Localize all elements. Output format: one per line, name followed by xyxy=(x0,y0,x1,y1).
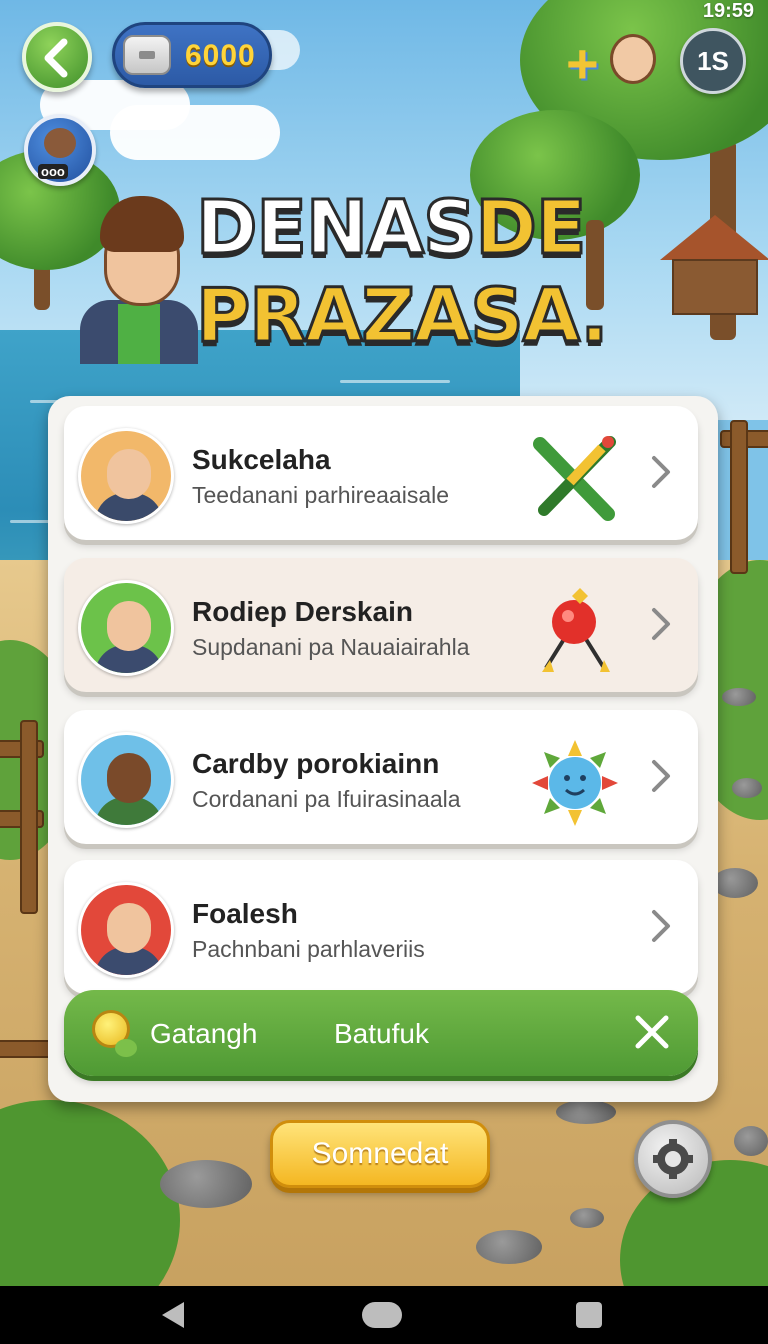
item-description: Pachnbani parhlaveriis xyxy=(192,936,425,962)
rock xyxy=(734,1126,768,1156)
wave xyxy=(340,380,450,383)
reward-label: Gatangh xyxy=(150,1018,258,1049)
item-description: Cordanani pa Ifuirasinaala xyxy=(192,786,461,812)
player-avatar[interactable]: ooo xyxy=(24,114,96,186)
list-item[interactable]: Sukcelaha Teedanani parhireaaisale xyxy=(64,406,698,540)
chevron-right-icon xyxy=(652,760,670,792)
fence-rail xyxy=(0,1040,54,1058)
item-name: Sukcelaha xyxy=(192,444,331,475)
wallet-icon xyxy=(123,35,171,75)
coin-amount: 6000 xyxy=(185,39,256,72)
girl-avatar-icon xyxy=(610,34,656,84)
list-item[interactable]: Rodiep Derskain Supdanani pa Nauaiairahl… xyxy=(64,558,698,692)
gear-icon xyxy=(653,1139,693,1179)
chevron-right-icon xyxy=(652,608,670,640)
rock xyxy=(712,868,758,898)
rock xyxy=(160,1160,252,1208)
chevron-left-icon xyxy=(44,38,68,78)
avatar-stats: ooo xyxy=(38,164,68,179)
title-line1-gold: DE xyxy=(474,184,588,273)
character-avatar xyxy=(78,882,174,978)
coin-balance[interactable]: 6000 xyxy=(112,22,272,88)
confirm-button[interactable]: Somnedat xyxy=(270,1120,490,1188)
red-bomb-icon xyxy=(542,588,610,672)
chevron-right-icon xyxy=(652,456,670,488)
system-nav-bar xyxy=(0,1286,768,1344)
settings-button[interactable] xyxy=(634,1120,712,1198)
reward-bar[interactable]: Gatangh Batufuk xyxy=(64,990,698,1076)
rock xyxy=(476,1230,542,1264)
item-name: Rodiep Derskain xyxy=(192,596,413,627)
level-badge[interactable]: 1S xyxy=(680,28,746,94)
wooden-hut xyxy=(660,215,768,315)
fence-post xyxy=(20,720,38,914)
selection-panel: Sukcelaha Teedanani parhireaaisale Rodie… xyxy=(48,396,718,1102)
game-title: DENASDE PRAZASA. xyxy=(194,184,609,361)
reward-action-label[interactable]: Batufuk xyxy=(334,1018,429,1050)
nav-back-icon[interactable] xyxy=(162,1302,184,1328)
blue-sun-icon xyxy=(532,740,618,826)
item-name: Cardby porokiainn xyxy=(192,748,440,779)
character-avatar xyxy=(78,732,174,828)
item-description: Teedanani parhireaaisale xyxy=(192,482,450,508)
nav-recents-icon[interactable] xyxy=(576,1302,602,1328)
wave xyxy=(10,520,50,523)
rock xyxy=(732,778,762,798)
avatar-face xyxy=(44,128,76,158)
cloud xyxy=(110,105,280,160)
item-description: Supdanani pa Nauaiairahla xyxy=(192,634,470,660)
character-avatar xyxy=(78,428,174,524)
list-item[interactable]: Foalesh Pachnbani parhlaveriis xyxy=(64,860,698,994)
coin-icon xyxy=(92,1010,137,1057)
hero-character xyxy=(74,196,204,364)
boost-button[interactable]: + xyxy=(566,30,656,94)
back-button[interactable] xyxy=(22,22,92,92)
rock xyxy=(722,688,756,706)
status-time: 19:59 xyxy=(702,0,754,22)
status-bar: 19:59 xyxy=(703,0,754,23)
close-icon[interactable] xyxy=(632,1012,672,1052)
nav-home-icon[interactable] xyxy=(362,1302,402,1328)
rock xyxy=(570,1208,604,1228)
item-name: Foalesh xyxy=(192,898,298,929)
plus-icon: + xyxy=(566,32,599,95)
fence-post xyxy=(730,420,748,574)
title-line2: PRAZASA. xyxy=(194,272,609,361)
title-line1: DENAS xyxy=(194,184,477,273)
character-avatar xyxy=(78,580,174,676)
list-item[interactable]: Cardby porokiainn Cordanani pa Ifuirasin… xyxy=(64,710,698,844)
rock xyxy=(556,1100,616,1124)
chevron-right-icon xyxy=(652,910,670,942)
brush-pencil-icon xyxy=(533,436,616,521)
